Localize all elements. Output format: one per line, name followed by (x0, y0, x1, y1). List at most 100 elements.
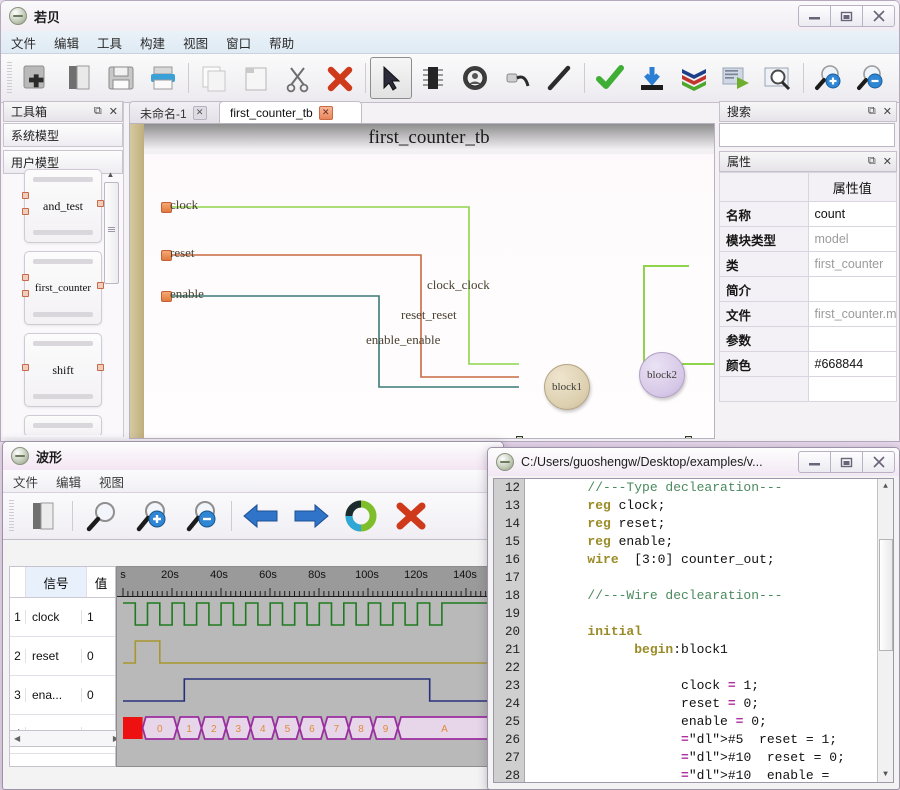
tab-close-icon[interactable]: ✕ (192, 106, 207, 120)
minimize-button[interactable] (798, 451, 831, 473)
table-row[interactable]: 简介 (719, 276, 897, 302)
scroll-left-icon[interactable]: ◀ (14, 734, 20, 743)
code-line[interactable] (525, 659, 877, 677)
table-row[interactable]: 颜色 #668844 (719, 351, 897, 377)
close-icon[interactable]: ✕ (883, 155, 892, 168)
close-button[interactable] (862, 5, 895, 27)
code-line[interactable]: //---Wire declearation--- (525, 587, 877, 605)
probe-icon[interactable] (496, 57, 538, 99)
close-x-icon[interactable] (386, 496, 436, 536)
menu-view[interactable]: 视图 (183, 33, 208, 52)
scroll-up-icon[interactable]: ▲ (104, 169, 117, 180)
code-line[interactable]: reg clock; (525, 497, 877, 515)
module-card-shift[interactable]: shift (22, 333, 104, 407)
prop-value[interactable] (807, 326, 897, 352)
code-line[interactable]: reg enable; (525, 533, 877, 551)
zoom-in-icon[interactable] (127, 496, 177, 536)
code-line[interactable]: ="dl">#10 reset = 0; (525, 749, 877, 767)
prop-value[interactable]: count (807, 201, 897, 227)
menu-tools[interactable]: 工具 (97, 33, 122, 52)
toolbar-grip[interactable] (7, 62, 12, 94)
prop-value-empty[interactable] (807, 376, 897, 402)
toolbox-button-system-models[interactable]: 系统模型 (3, 123, 123, 147)
wave-menu-view[interactable]: 视图 (99, 472, 124, 491)
tab-untitled-1[interactable]: 未命名-1 ✕ (129, 101, 233, 124)
delete-x-icon[interactable] (319, 57, 361, 99)
prop-value[interactable]: first_counter.m... (807, 301, 897, 327)
code-line[interactable]: //---Type declearation--- (525, 479, 877, 497)
table-row[interactable]: 参数 (719, 326, 897, 352)
menu-help[interactable]: 帮助 (269, 33, 294, 52)
select-arrow-icon[interactable] (370, 57, 412, 99)
zoom-fit-icon[interactable] (77, 496, 127, 536)
save-icon[interactable] (100, 57, 142, 99)
float-icon[interactable]: ⧉ (868, 105, 876, 118)
inspect-icon[interactable] (757, 57, 799, 99)
zoom-out-icon[interactable] (177, 496, 227, 536)
signal-row-clock[interactable]: 1 clock 1 (10, 598, 115, 637)
prop-value[interactable] (807, 276, 897, 302)
zoom-in-icon[interactable] (808, 57, 850, 99)
code-line[interactable]: reset = 0; (525, 695, 877, 713)
download-icon[interactable] (631, 57, 673, 99)
prop-value[interactable]: #668844 (807, 351, 897, 377)
scroll-down-icon[interactable]: ▼ (878, 767, 893, 782)
tab-first-counter-tb[interactable]: first_counter_tb ✕ (219, 101, 362, 124)
print-icon[interactable] (142, 57, 184, 99)
signal-row-reset[interactable]: 2 reset 0 (10, 637, 115, 676)
module-card-first-counter[interactable]: first_counter (22, 251, 104, 325)
table-row[interactable]: 名称 count (719, 201, 897, 227)
wave-menu-edit[interactable]: 编辑 (56, 472, 81, 491)
table-row[interactable]: 文件 first_counter.m... (719, 301, 897, 327)
code-line[interactable] (525, 569, 877, 587)
cut-scissors-icon[interactable] (277, 57, 319, 99)
float-icon[interactable]: ⧉ (94, 105, 102, 118)
code-line[interactable]: ="dl">#5 reset = 1; (525, 731, 877, 749)
menu-build[interactable]: 构建 (140, 33, 165, 52)
menu-edit[interactable]: 编辑 (54, 33, 79, 52)
maximize-button[interactable] (830, 451, 863, 473)
search-input[interactable] (719, 123, 895, 147)
float-icon[interactable]: ⧉ (868, 155, 876, 168)
code-line[interactable]: ="dl">#10 enable = (525, 767, 877, 782)
forward-arrow-icon[interactable] (286, 496, 336, 536)
toolbar-grip[interactable] (9, 500, 14, 532)
layers-chevron-icon[interactable] (673, 57, 715, 99)
waveform-plot[interactable]: s 20s 40s 60s 80s 100s 120s 140s 0 1 2 3 4 5 6… (116, 566, 497, 767)
wave-menu-file[interactable]: 文件 (13, 472, 38, 491)
prop-value[interactable]: first_counter (807, 251, 897, 277)
check-icon[interactable] (589, 57, 631, 99)
block-block2[interactable]: block2 (639, 352, 685, 398)
scroll-thumb[interactable] (879, 539, 893, 651)
signal-table-hscrollbar[interactable]: ◀ ▶ (9, 730, 124, 747)
table-row-empty[interactable] (719, 376, 897, 402)
close-icon[interactable]: ✕ (109, 105, 118, 118)
book-icon[interactable] (18, 496, 68, 536)
wire-line-icon[interactable] (538, 57, 580, 99)
code-vscrollbar[interactable]: ▲ ▼ (877, 479, 893, 782)
code-line[interactable]: wire [3:0] counter_out; (525, 551, 877, 569)
schematic-canvas[interactable]: first_counter_tb clock reset enable cloc… (129, 123, 715, 439)
code-line[interactable]: clock = 1; (525, 677, 877, 695)
schematic-sheet[interactable]: first_counter_tb clock reset enable cloc… (144, 124, 714, 438)
block-block1[interactable]: block1 (544, 364, 590, 410)
menu-window[interactable]: 窗口 (226, 33, 251, 52)
tab-close-icon[interactable]: ✕ (318, 106, 333, 120)
table-row[interactable]: 模块类型 model (719, 226, 897, 252)
copy-icon[interactable] (193, 57, 235, 99)
paste-icon[interactable] (235, 57, 277, 99)
code-line[interactable]: initial (525, 623, 877, 641)
module-card-partial[interactable] (24, 415, 102, 435)
table-row[interactable]: 类 first_counter (719, 251, 897, 277)
scroll-up-icon[interactable]: ▲ (878, 479, 893, 494)
close-icon[interactable]: ✕ (883, 105, 892, 118)
code-line[interactable]: begin:block1 (525, 641, 877, 659)
refresh-icon[interactable] (336, 496, 386, 536)
menu-file[interactable]: 文件 (11, 33, 36, 52)
code-line[interactable]: enable = 0; (525, 713, 877, 731)
chip-icon[interactable] (412, 57, 454, 99)
gear-stamp-icon[interactable] (454, 57, 496, 99)
zoom-out-icon[interactable] (850, 57, 892, 99)
code-text-area[interactable]: 12 13 14 15 16 17 18 19 20 21 22 23 24 25 26 27 28 //---… (493, 478, 894, 783)
toolbox-scrollbar[interactable]: ▲ (104, 169, 119, 319)
